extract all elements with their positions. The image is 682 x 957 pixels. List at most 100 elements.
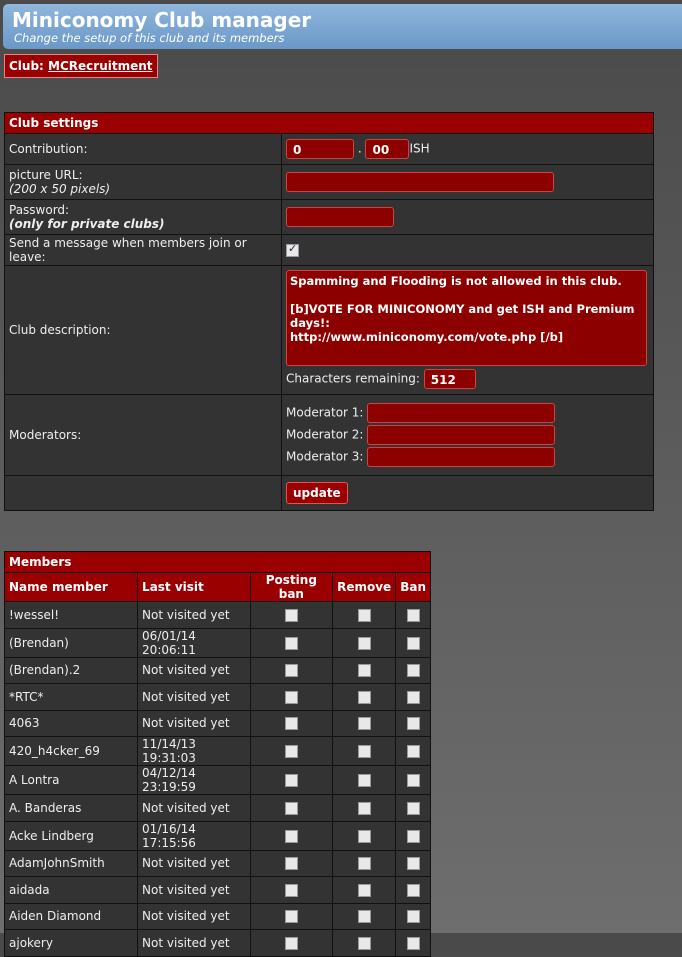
ban-checkbox[interactable] bbox=[406, 664, 420, 678]
remove-checkbox[interactable] bbox=[357, 717, 371, 731]
moderator-2-label: Moderator 2: bbox=[286, 427, 364, 442]
member-name: A Lontra bbox=[3, 765, 139, 795]
ban-checkbox[interactable] bbox=[406, 829, 420, 843]
posting-ban-checkbox[interactable] bbox=[284, 717, 298, 731]
member-name: (Brendan).2 bbox=[3, 656, 139, 684]
club-indicator: Club: MCRecruitment bbox=[4, 54, 158, 78]
password-input[interactable] bbox=[286, 207, 394, 227]
remove-checkbox[interactable] bbox=[357, 745, 371, 758]
remove-checkbox[interactable] bbox=[357, 857, 371, 871]
moderator-1-input[interactable] bbox=[367, 403, 556, 423]
moderator-1-label: Moderator 1: bbox=[286, 405, 364, 420]
contribution-whole-input[interactable]: 0 bbox=[286, 139, 354, 159]
ban-checkbox[interactable] bbox=[406, 745, 420, 758]
remove-checkbox[interactable] bbox=[357, 690, 371, 704]
table-row: (Brendan).2 Not visited yet bbox=[3, 656, 431, 684]
club-settings-table: Club settings Contribution: 0 . 00 ISH pi… bbox=[4, 112, 654, 511]
posting-ban-checkbox[interactable] bbox=[284, 829, 298, 843]
club-description-label: Club description: bbox=[4, 265, 282, 395]
characters-remaining-value: 512 bbox=[423, 369, 476, 389]
remove-checkbox[interactable] bbox=[357, 910, 371, 924]
remove-checkbox[interactable] bbox=[357, 608, 371, 622]
picture-url-input[interactable] bbox=[286, 172, 554, 192]
member-last-visit: Not visited yet bbox=[137, 709, 251, 737]
member-last-visit: Not visited yet bbox=[137, 683, 251, 711]
moderator-2-input[interactable] bbox=[367, 425, 556, 445]
table-row: Aiden Diamond Not visited yet bbox=[3, 902, 431, 930]
contribution-label: Contribution: bbox=[4, 133, 282, 165]
ban-checkbox[interactable] bbox=[406, 936, 420, 950]
posting-ban-checkbox[interactable] bbox=[284, 774, 298, 787]
ban-checkbox[interactable] bbox=[406, 636, 420, 650]
table-row: aidada Not visited yet bbox=[3, 876, 431, 904]
column-posting-ban: Posting ban bbox=[249, 572, 334, 602]
member-name: 420_h4cker_69 bbox=[3, 736, 139, 766]
remove-checkbox[interactable] bbox=[357, 774, 371, 787]
send-message-checkbox[interactable] bbox=[286, 242, 299, 257]
remove-checkbox[interactable] bbox=[357, 883, 371, 897]
posting-ban-checkbox[interactable] bbox=[284, 636, 298, 650]
table-row: AdamJohnSmith Not visited yet bbox=[3, 849, 431, 877]
posting-ban-checkbox[interactable] bbox=[284, 664, 298, 678]
posting-ban-checkbox[interactable] bbox=[284, 910, 298, 924]
remove-checkbox[interactable] bbox=[357, 936, 371, 950]
ban-checkbox[interactable] bbox=[406, 717, 420, 731]
table-row: A. Banderas Not visited yet bbox=[3, 794, 431, 822]
posting-ban-checkbox[interactable] bbox=[284, 745, 298, 758]
club-name-link[interactable]: MCRecruitment bbox=[48, 59, 152, 73]
column-name-member: Name member bbox=[3, 572, 139, 602]
posting-ban-checkbox[interactable] bbox=[284, 857, 298, 871]
member-name: (Brendan) bbox=[3, 627, 139, 658]
ban-checkbox[interactable] bbox=[406, 608, 420, 622]
moderator-3-input[interactable] bbox=[367, 447, 556, 467]
members-table: Members Name member Last visit Posting b… bbox=[3, 551, 431, 957]
table-row: A Lontra 04/12/14 23:19:59 bbox=[3, 765, 431, 795]
ban-checkbox[interactable] bbox=[406, 774, 420, 787]
remove-checkbox[interactable] bbox=[357, 636, 371, 650]
member-name: *RTC* bbox=[3, 683, 139, 711]
send-message-label: Send a message when members join or leav… bbox=[4, 234, 282, 266]
posting-ban-checkbox[interactable] bbox=[284, 690, 298, 704]
member-name: ajokery bbox=[3, 929, 139, 957]
table-row: *RTC* Not visited yet bbox=[3, 683, 431, 711]
posting-ban-checkbox[interactable] bbox=[284, 608, 298, 622]
posting-ban-checkbox[interactable] bbox=[284, 936, 298, 950]
member-last-visit: Not visited yet bbox=[137, 902, 251, 930]
remove-checkbox[interactable] bbox=[357, 801, 371, 815]
column-remove: Remove bbox=[332, 572, 397, 602]
member-name: Acke Lindberg bbox=[3, 820, 139, 851]
ban-checkbox[interactable] bbox=[406, 883, 420, 897]
table-row: ajokery Not visited yet bbox=[3, 929, 431, 957]
ban-checkbox[interactable] bbox=[406, 857, 420, 871]
member-name: AdamJohnSmith bbox=[3, 849, 139, 877]
member-name: A. Banderas bbox=[3, 794, 139, 822]
member-last-visit: 04/12/14 23:19:59 bbox=[137, 765, 251, 795]
page-subtitle: Change the setup of this club and its me… bbox=[14, 31, 285, 45]
posting-ban-checkbox[interactable] bbox=[284, 883, 298, 897]
member-last-visit: 01/16/14 17:15:56 bbox=[137, 820, 251, 851]
posting-ban-checkbox[interactable] bbox=[284, 801, 298, 815]
member-name: Aiden Diamond bbox=[3, 902, 139, 930]
club-description-textarea[interactable]: Spamming and Flooding is not allowed in … bbox=[286, 270, 647, 366]
update-button[interactable]: update bbox=[286, 482, 348, 504]
picture-url-label: picture URL: bbox=[9, 168, 83, 182]
ban-checkbox[interactable] bbox=[406, 801, 420, 815]
ban-checkbox[interactable] bbox=[406, 910, 420, 924]
contribution-cents-input[interactable]: 00 bbox=[365, 139, 410, 159]
remove-checkbox[interactable] bbox=[357, 664, 371, 678]
picture-url-hint: (200 x 50 pixels) bbox=[9, 182, 111, 196]
table-row: (Brendan) 06/01/14 20:06:11 bbox=[3, 627, 431, 658]
member-last-visit: Not visited yet bbox=[137, 849, 251, 877]
page-header: Miniconomy Club manager Change the setup… bbox=[3, 4, 682, 49]
member-last-visit: 06/01/14 20:06:11 bbox=[137, 627, 251, 658]
member-last-visit: 11/14/13 19:31:03 bbox=[137, 736, 251, 766]
table-row: !wessel! Not visited yet bbox=[3, 601, 431, 629]
members-heading: Members bbox=[4, 551, 431, 573]
characters-remaining-label: Characters remaining: bbox=[286, 371, 420, 386]
page-title: Miniconomy Club manager bbox=[12, 8, 312, 32]
member-name: !wessel! bbox=[3, 601, 139, 629]
table-row: Acke Lindberg 01/16/14 17:15:56 bbox=[3, 820, 431, 851]
remove-checkbox[interactable] bbox=[357, 829, 371, 843]
ban-checkbox[interactable] bbox=[406, 690, 420, 704]
member-last-visit: Not visited yet bbox=[137, 929, 251, 957]
